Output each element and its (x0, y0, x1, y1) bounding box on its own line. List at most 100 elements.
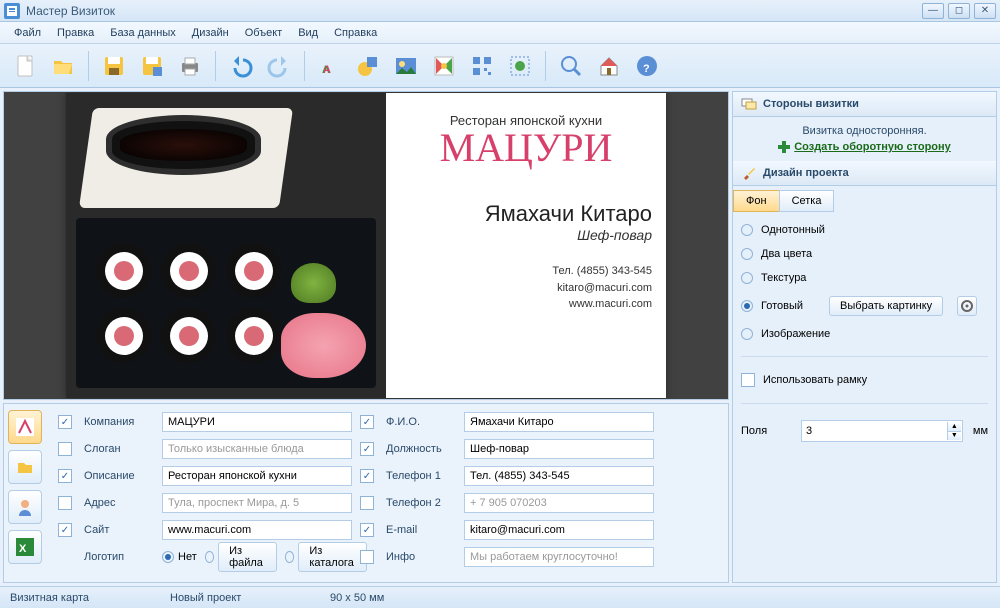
canvas[interactable]: Ресторан японской кухни МАЦУРИ Ямахачи К… (3, 91, 729, 400)
maximize-button[interactable]: ◻ (948, 3, 970, 19)
field-tab-folder[interactable] (8, 450, 42, 484)
field-tab-excel[interactable]: X (8, 530, 42, 564)
card-brand: МАЦУРИ (400, 124, 652, 171)
plus-icon (778, 141, 790, 153)
chk-site[interactable]: ✓ (58, 523, 72, 537)
input-company[interactable] (162, 412, 352, 432)
fields-panel: X ✓ Компания ✓ Ф.И.О. Слоган ✓ Должность… (3, 403, 729, 583)
chk-email[interactable]: ✓ (360, 523, 374, 537)
status-dimensions: 90 x 50 мм (330, 592, 450, 604)
input-info[interactable] (464, 547, 654, 567)
lbl-phone1: Телефон 1 (386, 470, 456, 482)
chk-desc[interactable]: ✓ (58, 469, 72, 483)
tab-grid[interactable]: Сетка (779, 190, 835, 212)
card-role: Шеф-повар (400, 227, 652, 243)
lbl-position: Должность (386, 443, 456, 455)
chk-fio[interactable]: ✓ (360, 415, 374, 429)
print-button[interactable] (173, 49, 207, 83)
menu-file[interactable]: Файл (6, 24, 49, 42)
spin-down[interactable]: ▼ (947, 431, 961, 441)
bg-opt-two[interactable]: Два цвета (741, 248, 988, 260)
map-button[interactable] (427, 49, 461, 83)
chk-company[interactable]: ✓ (58, 415, 72, 429)
input-phone1[interactable] (464, 466, 654, 486)
input-site[interactable] (162, 520, 352, 540)
open-button[interactable] (46, 49, 80, 83)
image-button[interactable] (389, 49, 423, 83)
field-tab-contact[interactable] (8, 490, 42, 524)
shape-button[interactable] (351, 49, 385, 83)
right-panel: Стороны визитки Визитка односторонняя. С… (732, 91, 997, 583)
lbl-slogan: Слоган (84, 443, 154, 455)
margins-spinner[interactable]: 3 ▲▼ (801, 420, 963, 442)
svg-text:A: A (323, 64, 331, 76)
chk-info[interactable] (360, 550, 374, 564)
spin-up[interactable]: ▲ (947, 422, 961, 431)
undo-button[interactable] (224, 49, 258, 83)
zoom-button[interactable] (554, 49, 588, 83)
brush-icon (741, 165, 757, 181)
logo-opt-file[interactable]: Из файла (205, 542, 277, 572)
save-button[interactable] (97, 49, 131, 83)
logo-opt-catalog[interactable]: Из каталога (285, 542, 368, 572)
sides-header: Стороны визитки (733, 92, 996, 117)
bg-opt-ready[interactable]: Готовый Выбрать картинку (741, 296, 988, 316)
titlebar: Мастер Визиток — ◻ ✕ (0, 0, 1000, 22)
bg-opt-image[interactable]: Изображение (741, 328, 988, 340)
menu-design[interactable]: Дизайн (184, 24, 237, 42)
card-email: kitaro@macuri.com (400, 280, 652, 297)
svg-text:?: ? (643, 63, 650, 75)
lbl-info: Инфо (386, 551, 456, 563)
input-fio[interactable] (464, 412, 654, 432)
use-frame-checkbox[interactable]: Использовать рамку (741, 373, 988, 387)
menu-object[interactable]: Объект (237, 24, 290, 42)
close-button[interactable]: ✕ (974, 3, 996, 19)
input-email[interactable] (464, 520, 654, 540)
menu-help[interactable]: Справка (326, 24, 385, 42)
bg-opt-solid[interactable]: Однотонный (741, 224, 988, 236)
lbl-desc: Описание (84, 470, 154, 482)
card-web: www.macuri.com (400, 296, 652, 313)
card-phone: Тел. (4855) 343-545 (400, 263, 652, 280)
minimize-button[interactable]: — (922, 3, 944, 19)
input-slogan[interactable] (162, 439, 352, 459)
save-as-button[interactable] (135, 49, 169, 83)
input-address[interactable] (162, 493, 352, 513)
create-back-link[interactable]: Создать оборотную сторону (741, 141, 988, 153)
menu-edit[interactable]: Правка (49, 24, 102, 42)
home-button[interactable] (592, 49, 626, 83)
menu-db[interactable]: База данных (102, 24, 184, 42)
chk-address[interactable] (58, 496, 72, 510)
chk-position[interactable]: ✓ (360, 442, 374, 456)
business-card[interactable]: Ресторан японской кухни МАЦУРИ Ямахачи К… (66, 93, 666, 398)
design-header: Дизайн проекта (733, 161, 996, 186)
lbl-company: Компания (84, 416, 154, 428)
tab-bg[interactable]: Фон (733, 190, 780, 212)
new-doc-button[interactable] (8, 49, 42, 83)
svg-text:X: X (19, 543, 27, 555)
status-project: Новый проект (170, 592, 290, 604)
field-tab-text[interactable] (8, 410, 42, 444)
redo-button[interactable] (262, 49, 296, 83)
clipart-button[interactable] (503, 49, 537, 83)
choose-picture-button[interactable]: Выбрать картинку (829, 296, 943, 316)
chk-phone1[interactable]: ✓ (360, 469, 374, 483)
margins-label: Поля (741, 425, 791, 437)
text-button[interactable]: AA (313, 49, 347, 83)
menubar: Файл Правка База данных Дизайн Объект Ви… (0, 22, 1000, 44)
chk-slogan[interactable] (58, 442, 72, 456)
help-button[interactable]: ? (630, 49, 664, 83)
card-image-area (66, 93, 386, 398)
app-title: Мастер Визиток (26, 4, 922, 18)
logo-opt-none[interactable]: Нет (162, 551, 197, 563)
gear-icon[interactable] (957, 296, 977, 316)
input-phone2[interactable] (464, 493, 654, 513)
sides-icon (741, 96, 757, 112)
input-desc[interactable] (162, 466, 352, 486)
input-position[interactable] (464, 439, 654, 459)
menu-view[interactable]: Вид (290, 24, 326, 42)
lbl-site: Сайт (84, 524, 154, 536)
qrcode-button[interactable] (465, 49, 499, 83)
bg-opt-texture[interactable]: Текстура (741, 272, 988, 284)
chk-phone2[interactable] (360, 496, 374, 510)
